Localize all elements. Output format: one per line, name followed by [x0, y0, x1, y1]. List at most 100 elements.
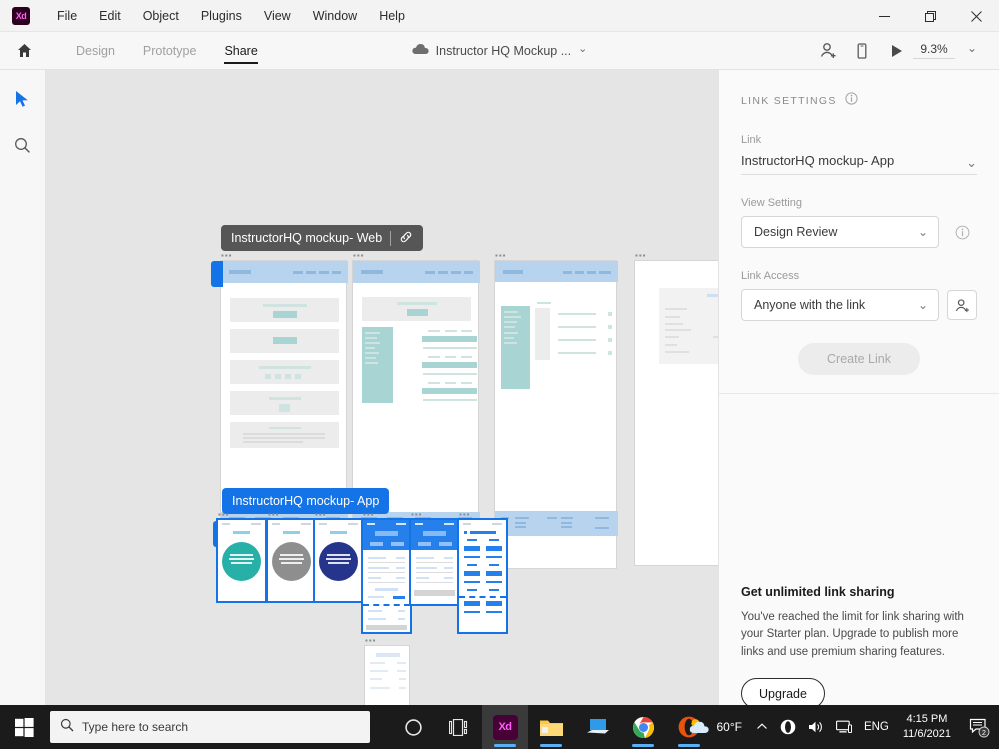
- menu-edit[interactable]: Edit: [88, 4, 132, 28]
- link-flag-web-label: InstructorHQ mockup- Web: [231, 231, 383, 245]
- artboard-web-4[interactable]: ▪▪▪: [634, 252, 718, 566]
- info-icon[interactable]: [845, 92, 858, 110]
- mode-tabs: Design Prototype Share: [62, 32, 272, 70]
- language-indicator[interactable]: ENG: [858, 705, 895, 749]
- menu-file[interactable]: File: [46, 4, 88, 28]
- artboard-app-3[interactable]: ▪▪▪: [313, 511, 364, 603]
- close-icon[interactable]: [953, 0, 999, 32]
- home-icon[interactable]: [12, 42, 36, 59]
- link-field-row[interactable]: InstructorHQ mockup- App ⌄: [741, 153, 977, 175]
- file-explorer-running-indicator: [540, 744, 562, 747]
- adobe-xd-icon[interactable]: Xd: [482, 705, 528, 749]
- chevron-down-icon[interactable]: ⌄: [966, 156, 977, 169]
- link-flag-web[interactable]: InstructorHQ mockup- Web: [221, 225, 424, 251]
- toolbar-right-actions: 9.3% ⌄: [811, 36, 989, 66]
- volume-icon[interactable]: [802, 705, 830, 749]
- artboard-scroll-divider: [363, 604, 410, 606]
- task-view-icon[interactable]: [436, 705, 482, 749]
- artboard-app-2[interactable]: ▪▪▪: [266, 511, 317, 603]
- artboard-app-6[interactable]: ▪▪▪: [457, 511, 508, 634]
- link-tab-nub-web[interactable]: [211, 261, 223, 287]
- chevron-down-icon: ⌄: [917, 224, 928, 239]
- document-title-group[interactable]: Instructor HQ Mockup ... ⌄: [340, 42, 660, 60]
- adobe-xd-icon-glyph: Xd: [492, 714, 518, 740]
- link-settings-section: LINK SETTINGS Link InstructorHQ mockup- …: [719, 70, 999, 394]
- view-setting-info-icon[interactable]: [947, 217, 977, 247]
- adobe-xd-logo-icon: Xd: [12, 6, 30, 25]
- weather-widget[interactable]: 60°F: [680, 717, 749, 738]
- artboard-menu-dots[interactable]: ▪▪▪: [459, 511, 471, 519]
- device-preview-icon[interactable]: [845, 36, 879, 66]
- remote-desktop-icon[interactable]: [574, 705, 620, 749]
- share-panel: LINK SETTINGS Link InstructorHQ mockup- …: [718, 70, 999, 721]
- maximize-icon[interactable]: [907, 0, 953, 32]
- artboard-web-3[interactable]: ▪▪▪: [494, 252, 618, 569]
- artboard-menu-dots[interactable]: ▪▪▪: [635, 252, 647, 260]
- tool-rail: [0, 70, 46, 721]
- svg-text:2: 2: [982, 730, 986, 737]
- invite-coeditor-icon[interactable]: [811, 36, 845, 66]
- artboard-menu-dots[interactable]: ▪▪▪: [411, 511, 423, 519]
- search-icon: [60, 718, 74, 737]
- menu-object[interactable]: Object: [132, 4, 190, 28]
- link-settings-header: LINK SETTINGS: [741, 92, 977, 110]
- artboard-menu-dots[interactable]: ▪▪▪: [221, 252, 233, 260]
- zoom-tool[interactable]: [8, 130, 38, 160]
- link-access-row: Anyone with the link ⌄: [741, 289, 977, 321]
- artboard-menu-dots[interactable]: ▪▪▪: [353, 252, 365, 260]
- view-setting-row: Design Review ⌄: [741, 216, 977, 248]
- file-explorer-icon[interactable]: [528, 705, 574, 749]
- document-caret-icon[interactable]: ⌄: [578, 42, 587, 55]
- menu-view[interactable]: View: [253, 4, 302, 28]
- artboard-menu-dots[interactable]: ▪▪▪: [495, 252, 507, 260]
- zoom-caret-icon[interactable]: ⌄: [955, 36, 989, 66]
- network-icon[interactable]: [830, 705, 858, 749]
- minimize-icon[interactable]: [861, 0, 907, 32]
- tab-design[interactable]: Design: [62, 32, 129, 70]
- add-person-icon[interactable]: [947, 290, 977, 320]
- tab-prototype[interactable]: Prototype: [129, 32, 211, 70]
- artboard-app-4[interactable]: ▪▪▪: [361, 511, 412, 634]
- artboard-menu-dots[interactable]: ▪▪▪: [363, 511, 375, 519]
- menu-help[interactable]: Help: [368, 4, 416, 28]
- flag-divider: [390, 230, 392, 246]
- show-hidden-icons-icon[interactable]: [750, 705, 774, 749]
- google-chrome-icon[interactable]: [620, 705, 666, 749]
- artboard-app-1[interactable]: ▪▪▪: [216, 511, 267, 603]
- cortana-icon[interactable]: [390, 705, 436, 749]
- notifications-icon[interactable]: 2: [959, 705, 999, 749]
- link-icon[interactable]: [399, 230, 413, 247]
- menu-plugins[interactable]: Plugins: [190, 4, 253, 28]
- create-link-button[interactable]: Create Link: [798, 343, 920, 375]
- search-input[interactable]: Type here to search: [50, 711, 370, 743]
- view-setting-value: Design Review: [754, 225, 838, 239]
- artboard-menu-dots[interactable]: ▪▪▪: [315, 511, 327, 519]
- link-access-label: Link Access: [741, 270, 800, 282]
- clock-date: 11/6/2021: [902, 728, 951, 740]
- artboard-menu-dots[interactable]: ▪▪▪: [218, 511, 230, 519]
- artboard-app-5[interactable]: ▪▪▪: [409, 511, 460, 606]
- desktop-preview-icon[interactable]: [879, 36, 913, 66]
- link-access-select[interactable]: Anyone with the link ⌄: [741, 289, 939, 321]
- zoom-level-value[interactable]: 9.3%: [913, 42, 955, 59]
- menu-window[interactable]: Window: [302, 4, 368, 28]
- cloud-icon: [412, 42, 429, 60]
- clock-widget[interactable]: 4:15 PM 11/6/2021: [895, 712, 959, 742]
- artboard-menu-dots[interactable]: ▪▪▪: [365, 637, 377, 645]
- link-flag-app-label: InstructorHQ mockup- App: [232, 494, 380, 508]
- document-name: Instructor HQ Mockup ...: [435, 43, 572, 58]
- select-tool[interactable]: [8, 84, 38, 114]
- upsell-body: You've reached the limit for link sharin…: [741, 610, 964, 659]
- adobe-xd-running-indicator: [494, 744, 516, 747]
- artboard-menu-dots[interactable]: ▪▪▪: [268, 511, 280, 519]
- title-bar: Xd File Edit Object Plugins View Window …: [0, 0, 999, 32]
- design-canvas[interactable]: ▪▪▪ ▪▪▪ ▪▪▪ ▪▪▪ InstructorHQ mockup- Web…: [46, 70, 718, 721]
- tab-share[interactable]: Share: [210, 32, 271, 70]
- view-setting-select[interactable]: Design Review ⌄: [741, 216, 939, 248]
- zoom-caret-glyph: ⌄: [966, 41, 978, 55]
- chevron-down-icon: ⌄: [917, 297, 928, 312]
- opera-tray-icon[interactable]: [774, 705, 802, 749]
- clock-time: 4:15 PM: [906, 713, 948, 726]
- windows-start-icon[interactable]: [0, 705, 48, 749]
- search-placeholder: Type here to search: [82, 720, 189, 734]
